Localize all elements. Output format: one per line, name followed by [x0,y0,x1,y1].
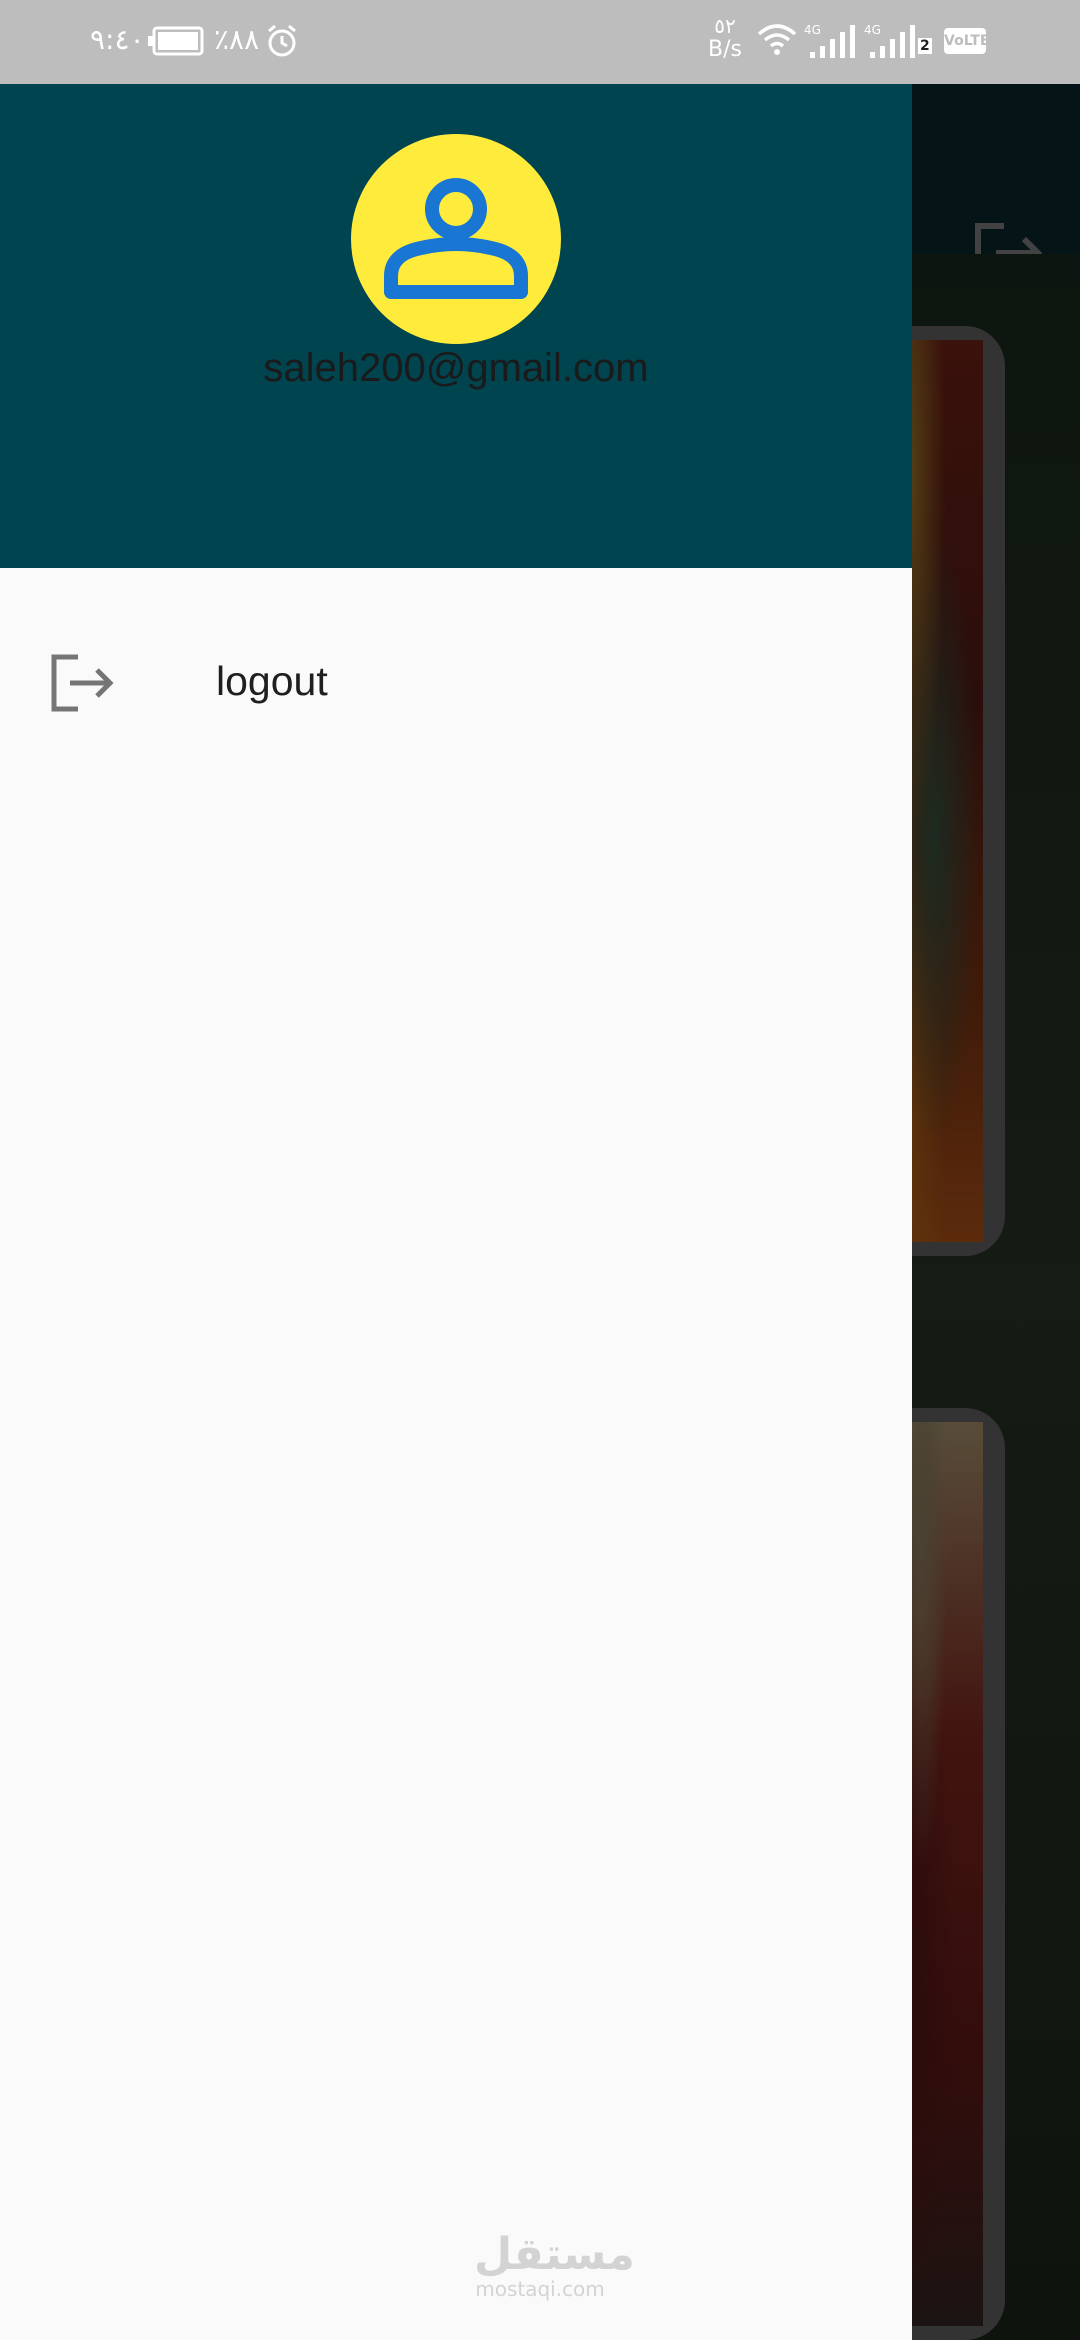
drawer-item-logout[interactable]: logout [0,592,912,768]
screen: ٩:٤٠ ٪٨٨ ٥٢ B/s 4G 4G 2 VoLTE saleh200@g… [0,0,1080,2340]
watermark-arabic-text: مستقل [474,2229,635,2280]
watermark-logo: مستقل mostaqi.com [474,2229,635,2301]
user-avatar[interactable] [351,134,561,344]
network-speed-value: ٥٢ [714,14,736,38]
network-speed: ٥٢ B/s [700,14,750,62]
user-email: saleh200@gmail.com [263,346,649,390]
battery-percentage: ٪٨٨ [214,23,260,56]
logout-icon [51,654,114,712]
wifi-icon [757,24,797,55]
sim-2-badge: 2 [918,38,932,54]
watermark-latin-text: mostaqi.com [475,2277,605,2301]
volte-badge: VoLTE [944,28,989,54]
battery-icon [148,26,204,56]
status-bar: ٩:٤٠ ٪٨٨ ٥٢ B/s 4G 4G 2 VoLTE [0,0,1080,84]
drawer-header: saleh200@gmail.com [0,84,912,568]
navigation-drawer: saleh200@gmail.com logout مستقل mostaqi.… [0,84,912,2340]
person-outline-icon [384,178,528,299]
alarm-icon [268,24,296,57]
network-type-2: 4G [864,23,881,37]
network-type-1: 4G [804,23,821,37]
drawer-item-label: logout [216,658,328,704]
cellular-signal-icon: 4G [864,23,915,58]
cellular-signal-icon: 4G [804,23,855,58]
network-speed-unit: B/s [708,37,742,62]
status-time: ٩:٤٠ [90,23,145,56]
